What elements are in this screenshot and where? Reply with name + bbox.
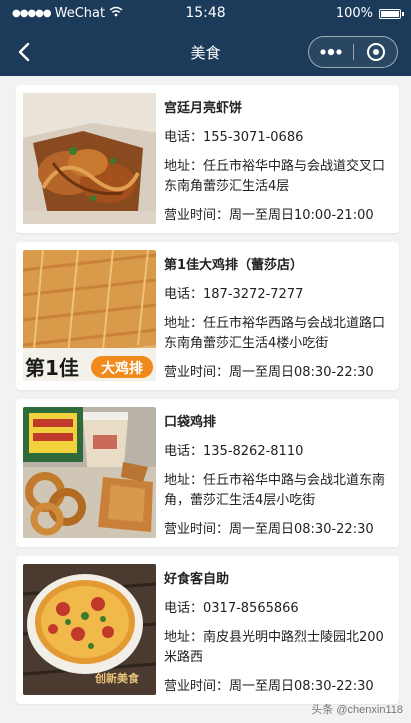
shop-phone[interactable]: 电话：0317-8565866 (164, 599, 393, 619)
shop-info: 第1佳大鸡排（蕾莎店） 电话：187-3272-7277 地址：任丘市裕华西路与… (164, 254, 393, 383)
status-bar: ●●●●● WeChat 15:48 100% (0, 0, 411, 28)
shop-info: 口袋鸡排 电话：135-8262-8110 地址：任丘市裕华中路与会战北道东南角… (164, 411, 393, 540)
shop-hours: 营业时间：周一至周日08:30-22:30 (164, 522, 374, 537)
shop-address: 地址：任丘市裕华中路与会战北道东南角，蕾莎汇生活4层小吃街 (164, 473, 386, 508)
image-caption-text: 创新美食 (94, 671, 140, 685)
shop-photo: 创新美食 (23, 564, 156, 695)
shop-photo (23, 93, 156, 224)
shop-list: 宫廷月亮虾饼 电话：155-3071-0686 地址：任丘市裕华中路与会战道交叉… (16, 85, 399, 713)
shop-name: 宫廷月亮虾饼 (164, 101, 243, 116)
mini-program-capsule (308, 36, 398, 68)
shop-photo: 第1佳 大鸡排 (23, 250, 156, 381)
shop-address: 地址：任丘市裕华中路与会战道交叉口东南角蕾莎汇生活4层 (164, 159, 386, 194)
watermark: 头条 @chenxin118 (311, 704, 403, 716)
shop-phone[interactable]: 电话：187-3272-7277 (164, 285, 393, 305)
shop-hours: 营业时间：周一至周日10:00-21:00 (164, 208, 374, 223)
shop-card[interactable]: 宫廷月亮虾饼 电话：155-3071-0686 地址：任丘市裕华中路与会战道交叉… (16, 85, 399, 233)
close-mini-program-button[interactable] (354, 37, 397, 67)
shop-info: 好食客自助 电话：0317-8565866 地址：南皮县光明中路烈士陵园北200… (164, 568, 393, 697)
nav-bar: 美食 (0, 28, 411, 76)
status-right: 100% (335, 6, 404, 21)
shop-hours: 营业时间：周一至周日08:30-22:30 (164, 365, 374, 380)
battery-percent: 100% (335, 6, 373, 21)
shop-name: 口袋鸡排 (164, 415, 217, 430)
target-close-icon (366, 43, 385, 61)
shop-phone[interactable]: 电话：155-3071-0686 (164, 128, 393, 148)
shop-card[interactable]: 创新美食 好食客自助 电话：0317-8565866 地址：南皮县光明中路烈士陵… (16, 556, 399, 704)
shop-card[interactable]: 口袋鸡排 电话：135-8262-8110 地址：任丘市裕华中路与会战北道东南角… (16, 399, 399, 547)
shop-photo (23, 407, 156, 538)
shop-name: 第1佳大鸡排（蕾莎店） (164, 258, 304, 273)
shop-phone[interactable]: 电话：135-8262-8110 (164, 442, 393, 462)
shop-address: 地址：任丘市裕华西路与会战北道路口东南角蕾莎汇生活4楼小吃街 (164, 316, 386, 351)
shop-info: 宫廷月亮虾饼 电话：155-3071-0686 地址：任丘市裕华中路与会战道交叉… (164, 97, 393, 226)
battery-icon (379, 8, 404, 19)
shop-name: 好食客自助 (164, 572, 230, 587)
shop-hours: 营业时间：周一至周日08:30-22:30 (164, 679, 374, 694)
shop-card[interactable]: 第1佳 大鸡排 第1佳大鸡排（蕾莎店） 电话：187-3272-7277 地址：… (16, 242, 399, 390)
image-brand-text: 第1佳 (25, 356, 79, 380)
more-button[interactable] (309, 37, 353, 67)
battery-fill (381, 10, 399, 17)
more-dots-icon (320, 48, 342, 56)
image-product-text: 大鸡排 (101, 360, 143, 377)
shop-address: 地址：南皮县光明中路烈士陵园北200米路西 (164, 630, 384, 665)
